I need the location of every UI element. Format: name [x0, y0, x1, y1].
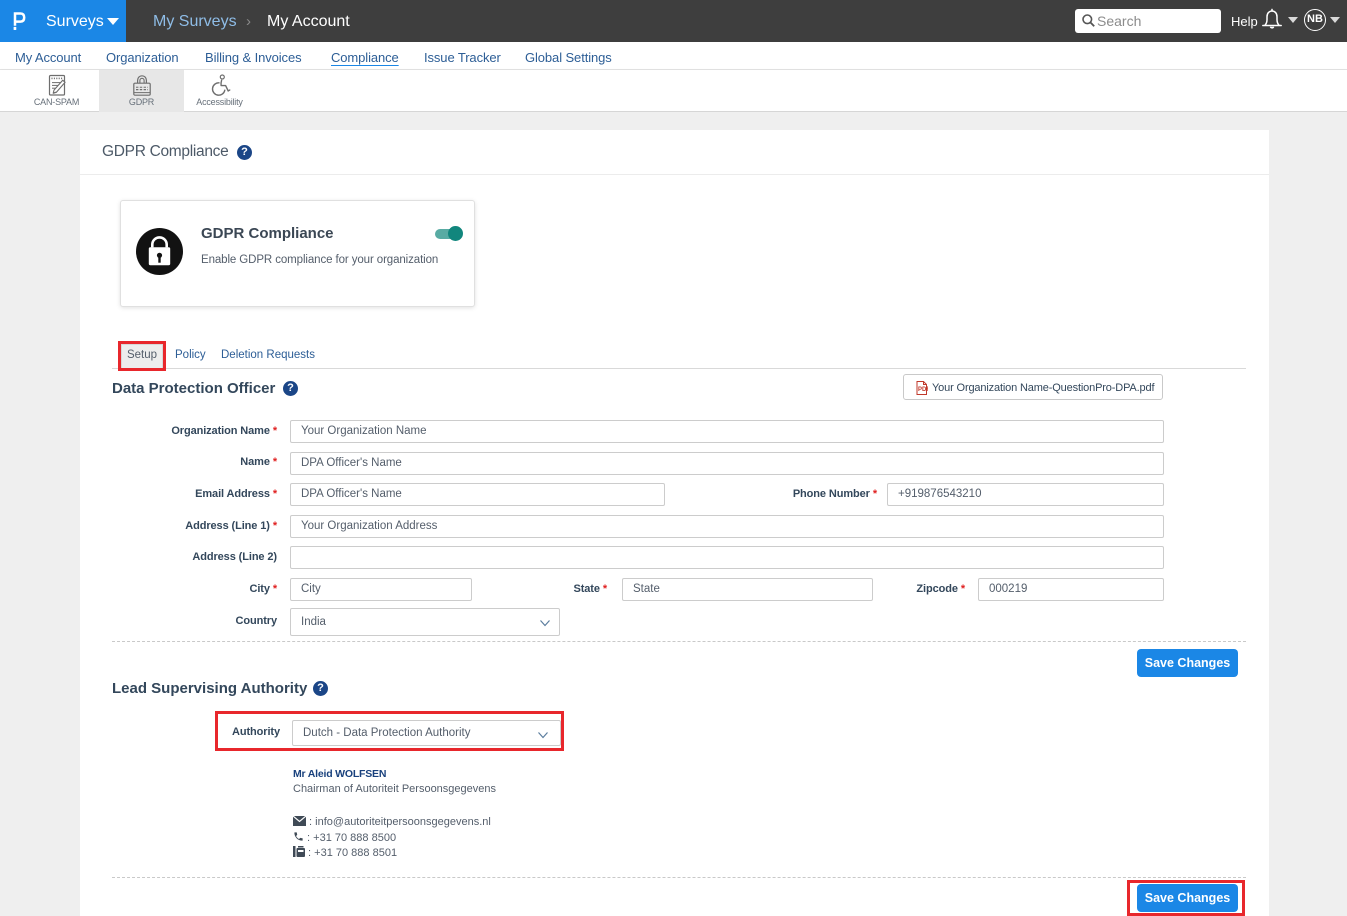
svg-text:PDF: PDF — [918, 387, 928, 393]
